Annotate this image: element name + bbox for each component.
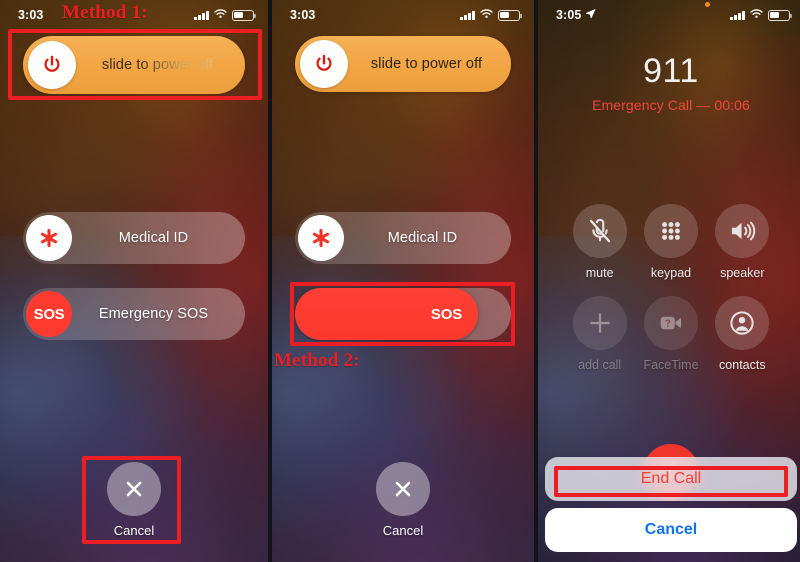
medical-id-badge xyxy=(298,215,344,261)
facetime-button-circle: ? xyxy=(643,296,698,350)
call-button-label: contacts xyxy=(719,358,766,372)
mute-icon xyxy=(589,218,610,243)
emergency-sos-label: Emergency SOS xyxy=(98,306,209,322)
close-icon xyxy=(126,481,142,497)
speaker-button-circle[interactable] xyxy=(715,204,770,258)
power-icon xyxy=(44,55,60,72)
power-icon xyxy=(316,54,332,71)
comparison-board: 3:03 slide to power off Medical ID SOS E… xyxy=(0,0,800,562)
call-status-text: Emergency Call — 00:06 xyxy=(592,97,750,113)
add-call-button-circle xyxy=(572,296,627,350)
cancel-circle[interactable] xyxy=(107,462,161,516)
end-call-sheet-button[interactable]: End Call xyxy=(545,457,797,501)
slide-to-power-off-slider[interactable]: slide to power off xyxy=(23,36,245,94)
call-header: 911 Emergency Call — 00:06 xyxy=(538,52,800,113)
emergency-sos-row[interactable]: SOS Emergency SOS xyxy=(23,288,245,340)
battery-icon xyxy=(768,9,793,21)
power-off-slider-row: slide to power off xyxy=(272,36,534,92)
status-time: 3:05 xyxy=(556,8,582,22)
medical-id-icon xyxy=(40,228,58,248)
call-button-label: speaker xyxy=(720,266,765,280)
close-icon xyxy=(395,481,411,497)
battery-icon xyxy=(498,9,523,21)
emergency-options: Medical ID xyxy=(272,212,534,288)
panel-sos-slide-screen: 3:03 slide to power off Medical ID SOS C… xyxy=(272,0,534,562)
medical-id-icon xyxy=(312,228,330,248)
call-button-label: add call xyxy=(578,358,622,372)
keypad-icon xyxy=(662,222,680,240)
wifi-icon xyxy=(213,8,228,23)
power-knob[interactable] xyxy=(28,41,76,89)
speaker-icon xyxy=(732,221,756,241)
sos-slider-label: SOS xyxy=(430,305,462,323)
call-button-keypad[interactable]: keypad xyxy=(643,204,698,280)
call-number: 911 xyxy=(643,52,699,90)
cellular-signal-icon xyxy=(460,10,475,20)
emergency-sos-slider[interactable]: SOS xyxy=(295,288,511,340)
status-time: 3:03 xyxy=(290,8,316,22)
call-button-facetime: ? FaceTime xyxy=(643,296,699,372)
power-off-slider-row: slide to power off xyxy=(0,36,268,94)
wifi-icon xyxy=(749,8,764,23)
cancel-label: Cancel xyxy=(382,523,424,538)
add-call-icon xyxy=(589,313,610,333)
call-button-label: mute xyxy=(585,266,614,280)
call-action-sheet: End Call Cancel xyxy=(545,457,797,552)
cancel-control[interactable]: Cancel xyxy=(272,462,534,538)
call-button-mute[interactable]: mute xyxy=(572,204,627,280)
contacts-icon xyxy=(730,311,754,335)
sos-badge: SOS xyxy=(26,291,72,337)
cancel-control[interactable]: Cancel xyxy=(0,462,268,538)
medical-id-label: Medical ID xyxy=(118,230,189,246)
annotation-method-1: Method 1: xyxy=(62,2,148,23)
power-knob[interactable] xyxy=(300,40,348,88)
medical-id-badge xyxy=(26,215,72,261)
call-button-label: keypad xyxy=(650,266,692,280)
slide-to-power-off-label: slide to power off xyxy=(76,57,245,73)
cancel-sheet-button[interactable]: Cancel xyxy=(545,508,797,552)
medical-id-row[interactable]: Medical ID xyxy=(295,212,511,264)
call-button-contacts[interactable]: contacts xyxy=(715,296,770,372)
call-button-add-call: add call xyxy=(572,296,627,372)
wifi-icon xyxy=(479,8,494,23)
contacts-button-circle[interactable] xyxy=(715,296,770,350)
slide-to-power-off-slider[interactable]: slide to power off xyxy=(295,36,511,92)
call-controls-grid: mute keypad speaker add call ? FaceTime … xyxy=(538,204,800,372)
cancel-circle[interactable] xyxy=(376,462,430,516)
svg-text:?: ? xyxy=(665,319,671,330)
keypad-button-circle[interactable] xyxy=(643,204,698,258)
panel-power-off-screen: 3:03 slide to power off Medical ID SOS E… xyxy=(0,0,268,562)
call-button-speaker[interactable]: speaker xyxy=(715,204,770,280)
emergency-sos-slider-fill[interactable]: SOS xyxy=(295,288,478,340)
annotation-method-2: Method 2: xyxy=(274,350,360,371)
sos-badge-text: SOS xyxy=(33,305,65,323)
mute-button-circle[interactable] xyxy=(572,204,627,258)
medical-id-row[interactable]: Medical ID xyxy=(23,212,245,264)
location-arrow-icon xyxy=(585,8,596,22)
medical-id-label: Medical ID xyxy=(387,230,458,246)
status-time: 3:03 xyxy=(18,8,44,22)
call-button-label: FaceTime xyxy=(643,358,699,372)
emergency-sos-slider-row: SOS xyxy=(272,288,534,340)
cellular-signal-icon xyxy=(730,10,745,20)
facetime-icon: ? xyxy=(660,316,682,330)
slide-to-power-off-label: slide to power off xyxy=(370,56,483,72)
panel-emergency-call-screen: 3:05 911 Emergency Call — 00:06 mute key… xyxy=(538,0,800,562)
emergency-options: Medical ID SOS Emergency SOS xyxy=(0,212,268,364)
battery-icon xyxy=(232,9,257,21)
recording-indicator-icon xyxy=(705,2,710,7)
cancel-label: Cancel xyxy=(113,523,155,538)
cellular-signal-icon xyxy=(194,10,209,20)
status-bar: 3:03 xyxy=(272,0,534,26)
status-bar: 3:05 xyxy=(538,0,800,26)
